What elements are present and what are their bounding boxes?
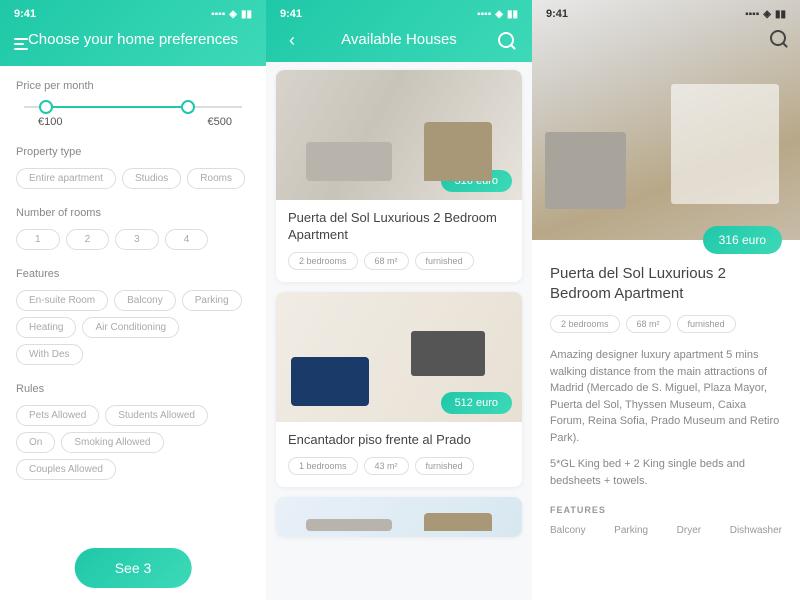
price-max: €500 <box>208 116 232 128</box>
price-label: Price per month <box>16 80 250 92</box>
listing-image: 316 euro <box>276 70 522 200</box>
features-heading: FEATURES <box>550 505 782 515</box>
filters-content: Price per month €100 €500 Property type … <box>0 66 266 512</box>
price-badge: 316 euro <box>441 170 512 192</box>
search-icon[interactable] <box>770 30 786 46</box>
rules-label: Rules <box>16 383 250 395</box>
page-title: Choose your home preferences <box>16 30 250 50</box>
signal-icon: ▪▪▪▪ <box>477 9 491 20</box>
page-title: Available Houses <box>341 30 457 50</box>
wifi-icon: ◈ <box>763 9 771 20</box>
see-results-button[interactable]: See 3 <box>75 548 192 588</box>
feature-parking: Parking <box>614 525 648 536</box>
chip-rooms-1[interactable]: 1 <box>16 229 60 250</box>
chip-students[interactable]: Students Allowed <box>105 405 208 426</box>
chip-ac[interactable]: Air Conditioning <box>82 317 179 338</box>
status-bar: 9:41 ▪▪▪▪ ◈ ▮▮ <box>532 4 800 24</box>
features-label: Features <box>16 268 250 280</box>
status-time: 9:41 <box>546 8 568 20</box>
signal-icon: ▪▪▪▪ <box>745 9 759 20</box>
chip-desk[interactable]: With Des <box>16 344 83 365</box>
chip-entire-apartment[interactable]: Entire apartment <box>16 168 116 189</box>
listing-title: Encantador piso frente al Prado <box>288 432 510 449</box>
chip-parking[interactable]: Parking <box>182 290 242 311</box>
wifi-icon: ◈ <box>229 9 237 20</box>
listings: 316 euro Puerta del Sol Luxurious 2 Bedr… <box>266 62 532 600</box>
listing-card[interactable]: 316 euro Puerta del Sol Luxurious 2 Bedr… <box>276 70 522 282</box>
listing-title: Puerta del Sol Luxurious 2 Bedroom Apart… <box>288 210 510 244</box>
search-icon[interactable] <box>496 30 516 50</box>
status-bar: 9:41 ▪▪▪▪ ◈ ▮▮ <box>266 4 532 24</box>
tag-furnished: furnished <box>415 457 474 475</box>
chip-rooms[interactable]: Rooms <box>187 168 245 189</box>
listing-card[interactable] <box>276 497 522 537</box>
tag-furnished: furnished <box>677 315 736 333</box>
screen-preferences: 9:41 ▪▪▪▪ ◈ ▮▮ Choose your home preferen… <box>0 0 266 600</box>
feature-dryer: Dryer <box>677 525 701 536</box>
menu-icon[interactable] <box>14 34 34 54</box>
tag-bedrooms: 2 bedrooms <box>288 252 358 270</box>
chip-balcony[interactable]: Balcony <box>114 290 176 311</box>
battery-icon: ▮▮ <box>507 9 518 20</box>
tag-area: 68 m² <box>626 315 671 333</box>
chip-ensuite[interactable]: En-suite Room <box>16 290 108 311</box>
tag-furnished: furnished <box>415 252 474 270</box>
feature-balcony: Balcony <box>550 525 586 536</box>
chip-heating[interactable]: Heating <box>16 317 76 338</box>
chip-on[interactable]: On <box>16 432 55 453</box>
tag-bedrooms: 1 bedrooms <box>288 457 358 475</box>
chip-rooms-3[interactable]: 3 <box>115 229 159 250</box>
wifi-icon: ◈ <box>495 9 503 20</box>
price-slider[interactable]: €100 €500 <box>16 106 250 128</box>
signal-icon: ▪▪▪▪ <box>211 9 225 20</box>
listing-title: Puerta del Sol Luxurious 2 Bedroom Apart… <box>550 264 782 303</box>
screen-detail: 9:41 ▪▪▪▪ ◈ ▮▮ 316 euro Puerta del Sol L… <box>532 0 800 600</box>
listing-card[interactable]: 512 euro Encantador piso frente al Prado… <box>276 292 522 487</box>
chip-rooms-4[interactable]: 4 <box>165 229 209 250</box>
tag-area: 43 m² <box>364 457 409 475</box>
price-badge: 316 euro <box>703 226 782 254</box>
tag-bedrooms: 2 bedrooms <box>550 315 620 333</box>
hero-image: 316 euro <box>532 0 800 240</box>
status-time: 9:41 <box>280 8 302 20</box>
price-badge: 512 euro <box>441 392 512 414</box>
status-time: 9:41 <box>14 8 36 20</box>
description-2: 5*GL King bed + 2 King single beds and b… <box>550 456 782 489</box>
rooms-label: Number of rooms <box>16 207 250 219</box>
chip-smoking[interactable]: Smoking Allowed <box>61 432 163 453</box>
back-icon[interactable]: ‹ <box>282 30 302 50</box>
ptype-label: Property type <box>16 146 250 158</box>
chip-pets[interactable]: Pets Allowed <box>16 405 99 426</box>
tag-area: 68 m² <box>364 252 409 270</box>
screen-listings: 9:41 ▪▪▪▪ ◈ ▮▮ ‹ Available Houses 316 eu… <box>266 0 532 600</box>
status-bar: 9:41 ▪▪▪▪ ◈ ▮▮ <box>0 4 266 24</box>
listing-image: 512 euro <box>276 292 522 422</box>
chip-couples[interactable]: Couples Allowed <box>16 459 116 480</box>
listing-image <box>276 497 522 537</box>
feature-dishwasher: Dishwasher <box>730 525 782 536</box>
battery-icon: ▮▮ <box>775 9 786 20</box>
chip-rooms-2[interactable]: 2 <box>66 229 110 250</box>
description: Amazing designer luxury apartment 5 mins… <box>550 347 782 446</box>
detail-content: Puerta del Sol Luxurious 2 Bedroom Apart… <box>532 240 800 548</box>
price-min: €100 <box>38 116 62 128</box>
battery-icon: ▮▮ <box>241 9 252 20</box>
chip-studios[interactable]: Studios <box>122 168 181 189</box>
